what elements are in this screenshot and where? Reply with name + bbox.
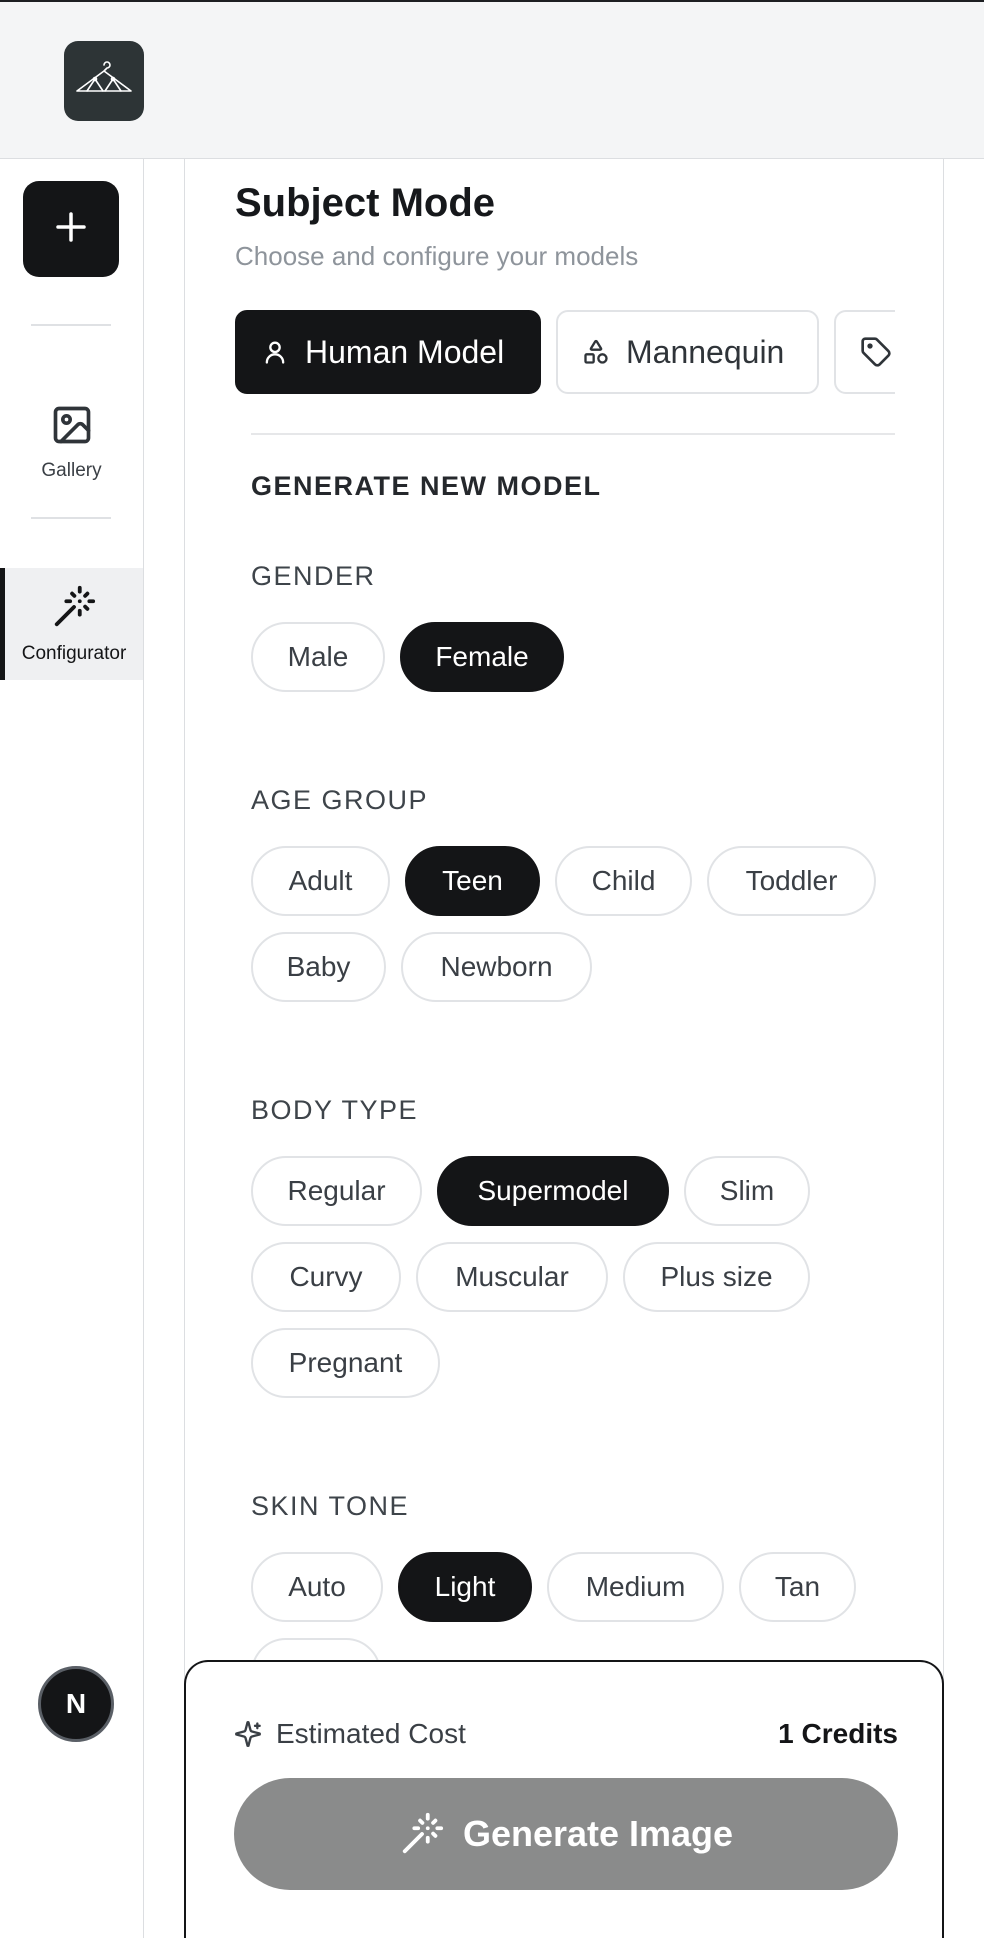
option-tan[interactable]: Tan bbox=[739, 1552, 856, 1622]
option-regular[interactable]: Regular bbox=[251, 1156, 422, 1226]
page-subtitle: Choose and configure your models bbox=[235, 241, 639, 271]
hanger-logo-icon bbox=[73, 60, 135, 102]
option-muscular[interactable]: Muscular bbox=[416, 1242, 608, 1312]
option-baby[interactable]: Baby bbox=[251, 932, 386, 1002]
shapes-icon bbox=[582, 338, 610, 366]
sidebar-item-gallery[interactable]: Gallery bbox=[0, 387, 143, 497]
divider bbox=[251, 433, 895, 435]
option-adult[interactable]: Adult bbox=[251, 846, 390, 916]
mode-tabs: Human Model Mannequin bbox=[235, 310, 895, 394]
sidebar-item-configurator[interactable]: Configurator bbox=[0, 568, 143, 680]
option-light[interactable]: Light bbox=[398, 1552, 532, 1622]
option-teen[interactable]: Teen bbox=[405, 846, 540, 916]
magic-wand-icon bbox=[399, 1811, 445, 1857]
option-newborn[interactable]: Newborn bbox=[401, 932, 592, 1002]
cost-row: Estimated Cost 1 Credits bbox=[234, 1714, 898, 1754]
cost-label-group: Estimated Cost bbox=[234, 1718, 466, 1750]
tab-human-model[interactable]: Human Model bbox=[235, 310, 541, 394]
user-icon bbox=[261, 338, 289, 366]
option-toddler[interactable]: Toddler bbox=[707, 846, 876, 916]
sidebar-divider bbox=[31, 324, 111, 326]
generate-button-label: Generate Image bbox=[462, 1813, 734, 1854]
option-medium[interactable]: Medium bbox=[547, 1552, 724, 1622]
gender-label: GENDER bbox=[251, 561, 376, 591]
generate-panel: Estimated Cost 1 Credits Generate Image bbox=[184, 1660, 944, 1938]
option-pregnant[interactable]: Pregnant bbox=[251, 1328, 440, 1398]
top-bar bbox=[0, 0, 984, 159]
section-title: GENERATE NEW MODEL bbox=[251, 471, 602, 501]
cost-label: Estimated Cost bbox=[276, 1718, 466, 1749]
page-title: Subject Mode bbox=[235, 181, 496, 225]
tab-mannequin[interactable]: Mannequin bbox=[556, 310, 819, 394]
skin-tone-label: SKIN TONE bbox=[251, 1491, 410, 1521]
sidebar-item-label: Configurator bbox=[21, 642, 127, 664]
generate-image-button[interactable]: Generate Image bbox=[234, 1778, 898, 1890]
option-plus-size[interactable]: Plus size bbox=[623, 1242, 810, 1312]
option-auto[interactable]: Auto bbox=[251, 1552, 383, 1622]
body-type-label: BODY TYPE bbox=[251, 1095, 419, 1125]
sparkles-icon bbox=[234, 1720, 262, 1748]
cost-value: 1 Credits bbox=[778, 1718, 898, 1749]
app-logo[interactable] bbox=[64, 41, 144, 121]
option-curvy[interactable]: Curvy bbox=[251, 1242, 401, 1312]
tab-label: Human Model bbox=[305, 333, 505, 370]
avatar[interactable]: N bbox=[38, 1666, 114, 1742]
sidebar-item-label: Gallery bbox=[41, 459, 102, 481]
tag-icon bbox=[860, 336, 892, 368]
age-group-label: AGE GROUP bbox=[251, 785, 429, 815]
new-button[interactable] bbox=[23, 181, 119, 277]
option-male[interactable]: Male bbox=[251, 622, 385, 692]
magic-wand-icon bbox=[51, 584, 97, 635]
option-slim[interactable]: Slim bbox=[684, 1156, 810, 1226]
sidebar: Gallery Configurator N bbox=[0, 159, 144, 1938]
tab-label: Mannequin bbox=[626, 333, 785, 370]
plus-icon bbox=[54, 210, 88, 249]
tab-tag[interactable] bbox=[834, 310, 895, 394]
sidebar-divider bbox=[31, 517, 111, 519]
option-female[interactable]: Female bbox=[400, 622, 564, 692]
option-child[interactable]: Child bbox=[555, 846, 692, 916]
image-icon bbox=[50, 403, 94, 452]
option-supermodel[interactable]: Supermodel bbox=[437, 1156, 669, 1226]
